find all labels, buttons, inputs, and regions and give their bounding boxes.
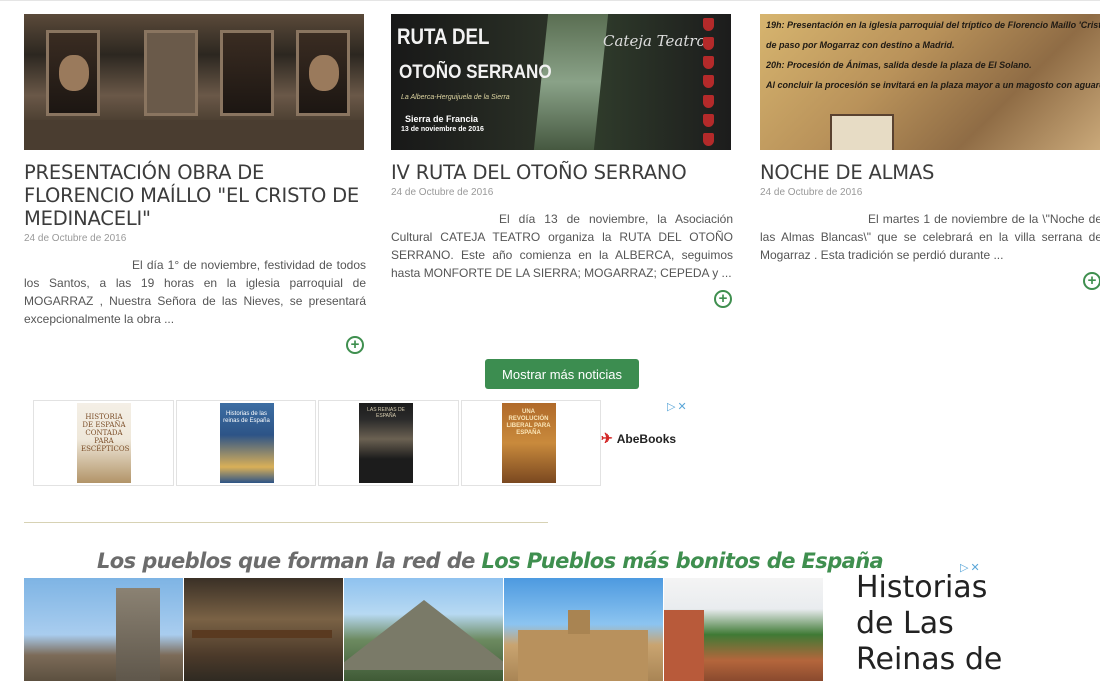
more-news-button[interactable]: Mostrar más noticias — [485, 359, 639, 389]
image-text-line3: La Alberca-Herguijuela de la Sierra — [401, 94, 510, 101]
news-title[interactable]: NOCHE DE ALMAS — [760, 161, 1100, 184]
pueblo-photo[interactable] — [184, 578, 343, 681]
abebooks-label: AbeBooks — [616, 431, 677, 446]
book-cover: LAS REINAS DE ESPAÑA — [359, 403, 413, 483]
news-image-noche-almas[interactable]: 19h: Presentación en la iglesia parroqui… — [760, 14, 1100, 150]
image-text-line4: Sierra de Francia — [405, 114, 479, 124]
news-title[interactable]: PRESENTACIÓN OBRA DE FLORENCIO MAÍLLO "E… — [24, 161, 366, 230]
image-text-line1: RUTA DEL — [397, 24, 490, 49]
top-border — [0, 0, 1100, 11]
image-text-line2: OTOÑO SERRANO — [399, 62, 552, 83]
abebooks-logo[interactable]: ✈ AbeBooks — [601, 430, 676, 447]
pueblo-photo[interactable] — [504, 578, 663, 681]
news-date: 24 de Octubre de 2016 — [24, 233, 127, 244]
side-ad-text[interactable]: Historias de Las Reinas de — [856, 570, 1002, 678]
image-text-line5: 13 de noviembre de 2016 — [401, 126, 484, 133]
news-card-3: 19h: Presentación en la iglesia parroqui… — [760, 14, 1100, 264]
image-text-line1: 19h: Presentación en la iglesia parroqui… — [766, 20, 1100, 30]
news-excerpt: El día 13 de noviembre, la Asociación Cu… — [391, 212, 733, 280]
news-excerpt: El martes 1 de noviembre de la \"Noche d… — [760, 212, 1100, 262]
news-title[interactable]: IV RUTA DEL OTOÑO SERRANO — [391, 161, 733, 184]
read-more-icon[interactable]: + — [1083, 272, 1100, 290]
image-text-line4: Al concluir la procesión se invitará en … — [766, 80, 1100, 90]
adchoices-icon[interactable]: ▷✕ — [667, 400, 689, 413]
news-excerpt: El día 1° de noviembre, festividad de to… — [24, 258, 366, 326]
news-date: 24 de Octubre de 2016 — [760, 187, 863, 198]
news-image-cristo-medinaceli[interactable] — [24, 14, 364, 150]
book-ad-strip: HISTORIA DE ESPAÑA CONTADA PARA ESCÉPTIC… — [33, 400, 601, 486]
pueblo-photo[interactable] — [344, 578, 503, 681]
news-card-1: PRESENTACIÓN OBRA DE FLORENCIO MAÍLLO "E… — [24, 14, 366, 328]
book-ad-2[interactable]: Historias de las reinas de España — [175, 400, 316, 486]
side-ad-line: Historias — [856, 570, 988, 605]
pueblo-photo[interactable] — [664, 578, 823, 681]
news-image-ruta-otono[interactable]: RUTA DEL OTOÑO SERRANO La Alberca-Hergui… — [391, 14, 731, 150]
section-divider — [24, 522, 548, 523]
side-ad-line: Reinas de — [856, 642, 1003, 677]
coat-of-arms-icons — [695, 18, 721, 146]
pueblos-photo-strip — [24, 578, 824, 681]
book-ad-4[interactable]: UNA REVOLUCIÓN LIBERAL PARA ESPAÑA — [460, 400, 601, 486]
book-cover: UNA REVOLUCIÓN LIBERAL PARA ESPAÑA — [501, 403, 556, 483]
read-more-icon[interactable]: + — [346, 336, 364, 354]
pueblo-photo[interactable] — [24, 578, 183, 681]
side-ad-line: de Las — [856, 606, 954, 641]
pueblos-link[interactable]: Los Pueblos más bonitos de España — [482, 549, 884, 573]
news-date: 24 de Octubre de 2016 — [391, 187, 494, 198]
book-ad-1[interactable]: HISTORIA DE ESPAÑA CONTADA PARA ESCÉPTIC… — [33, 400, 174, 486]
image-text-line2: de paso por Mogarraz con destino a Madri… — [766, 40, 955, 50]
book-cover: Historias de las reinas de España — [219, 403, 274, 483]
news-card-2: RUTA DEL OTOÑO SERRANO La Alberca-Hergui… — [391, 14, 733, 282]
image-text-line3: 20h: Procesión de Ánimas, salida desde l… — [766, 60, 1032, 70]
read-more-icon[interactable]: + — [714, 290, 732, 308]
pueblos-heading: Los pueblos que forman la red de Los Pue… — [97, 549, 884, 573]
book-cover: HISTORIA DE ESPAÑA CONTADA PARA ESCÉPTIC… — [77, 403, 131, 483]
image-script-text: Cateja Teatro — [603, 32, 706, 50]
abebooks-bird-icon: ✈ — [601, 430, 613, 446]
book-ad-3[interactable]: LAS REINAS DE ESPAÑA — [318, 400, 459, 486]
